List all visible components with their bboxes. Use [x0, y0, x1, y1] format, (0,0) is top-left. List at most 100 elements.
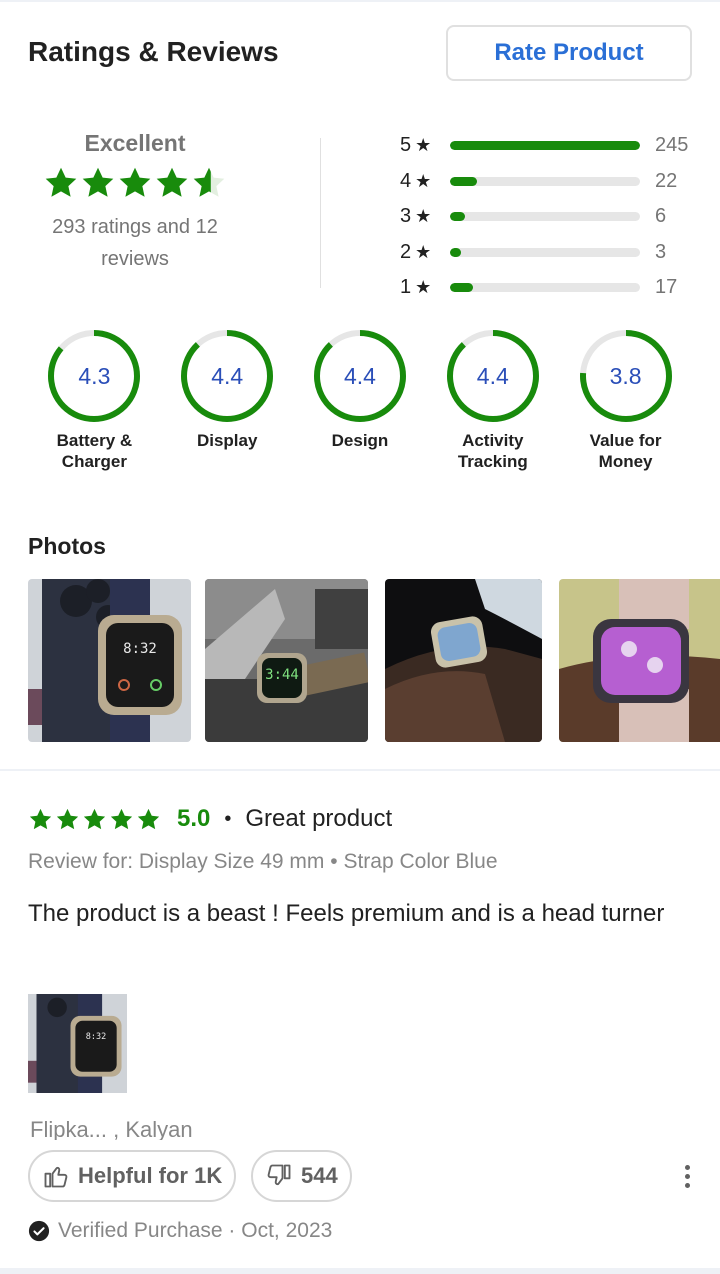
dislike-count: 544	[301, 1163, 338, 1188]
aspect-name: Value for Money	[589, 431, 662, 471]
rating-bar-count: 22	[655, 169, 678, 192]
rating-bar-fill	[450, 247, 462, 257]
star-icon	[45, 167, 77, 197]
aspect-rating[interactable]: 4.4 Design	[294, 328, 427, 472]
rating-summary: Excellent 293 ratings and 12 reviews	[20, 130, 250, 275]
vertical-divider	[320, 138, 321, 288]
aspect-name: Activity Tracking	[457, 431, 528, 471]
dislike-button[interactable]: 544	[251, 1150, 352, 1202]
aspect-value: 4.4	[343, 362, 376, 389]
rating-bar-label: 2 ★	[400, 241, 438, 264]
rating-bar-label: 3 ★	[400, 205, 438, 228]
photos-title: Photos	[28, 533, 106, 559]
aspect-ring: 4.3	[46, 328, 142, 424]
helpful-label: Helpful for 1K	[78, 1163, 223, 1188]
aspect-value: 4.4	[211, 362, 244, 389]
review-header: 5.0 • Great product	[28, 802, 392, 836]
svg-text:8:32: 8:32	[123, 641, 157, 657]
rating-bar-label: 5 ★	[400, 134, 438, 157]
star-icon	[29, 808, 52, 829]
aspect-name: Design	[331, 431, 389, 450]
review-stars	[28, 807, 161, 832]
rating-bar-row: 4 ★ 22	[400, 164, 700, 200]
star-icon: ★	[415, 241, 432, 262]
rating-bar-row: 5 ★ 245	[400, 128, 700, 164]
star-icon	[137, 808, 160, 829]
star-icon: ★	[415, 170, 432, 191]
star-level: 4	[400, 169, 412, 192]
star-level: 5	[400, 134, 412, 157]
photo-thumbnail-2[interactable]: 3:44	[205, 579, 368, 742]
separator-dot: •	[224, 807, 232, 830]
star-icon: ★	[415, 277, 432, 298]
rating-bar-fill	[450, 176, 477, 186]
review-title: Great product	[245, 805, 393, 832]
ratings-count: 293 ratings and 12 reviews	[52, 216, 218, 270]
aspect-ring: 4.4	[179, 328, 275, 424]
star-icon: ★	[415, 206, 432, 227]
rating-bar-fill	[450, 141, 640, 151]
aspect-ratings: 4.3 Battery & Charger 4.4 Display 4.4 Design 4…	[28, 328, 708, 472]
rate-product-button[interactable]: Rate Product	[446, 25, 692, 81]
verified-purchase: Verified Purchase · Oct, 2023	[28, 1219, 332, 1243]
star-level: 2	[400, 240, 412, 263]
rating-bar-track	[450, 283, 640, 293]
svg-text:3:44: 3:44	[265, 667, 299, 683]
top-divider	[0, 0, 720, 2]
aspect-ring: 3.8	[578, 328, 674, 424]
aspect-value: 4.4	[476, 362, 509, 389]
thumbs-down-icon	[267, 1164, 291, 1186]
rating-bar-row: 3 ★ 6	[400, 199, 700, 235]
aspect-value: 4.3	[78, 362, 111, 389]
rating-bar-label: 4 ★	[400, 170, 438, 193]
review-variant: Review for: Display Size 49 mm • Strap C…	[28, 850, 498, 873]
photo-thumbnail-3[interactable]	[385, 579, 542, 742]
more-vertical-icon[interactable]	[676, 1160, 698, 1192]
rating-bar-count: 6	[655, 205, 667, 228]
rating-bar-track	[450, 141, 640, 151]
rating-bar-track	[450, 212, 640, 222]
star-level: 3	[400, 205, 412, 228]
aspect-value: 3.8	[609, 362, 642, 389]
review-score: 5.0	[177, 805, 211, 832]
rating-distribution: 5 ★ 245 4 ★ 22 3 ★ 6 2 ★ 3 1 ★ 17	[400, 128, 700, 306]
rating-bar-count: 3	[655, 240, 667, 263]
section-title: Ratings & Reviews	[28, 36, 279, 67]
photo-thumbnail-4[interactable]	[559, 579, 720, 742]
aspect-rating[interactable]: 4.3 Battery & Charger	[28, 328, 161, 472]
helpful-button[interactable]: Helpful for 1K	[28, 1150, 237, 1202]
summary-stars	[20, 165, 250, 205]
star-icon	[83, 808, 106, 829]
star-icon	[110, 808, 133, 829]
aspect-name: Battery & Charger	[56, 431, 133, 471]
aspect-rating[interactable]: 4.4 Display	[161, 328, 294, 472]
photo-thumbnail-1[interactable]: 8:32	[28, 579, 191, 742]
star-icon: ★	[415, 135, 432, 156]
review-photo[interactable]: 8:32	[28, 994, 127, 1093]
aspect-ring: 4.4	[445, 328, 541, 424]
star-icon	[193, 167, 225, 197]
aspect-name: Display	[196, 431, 258, 450]
star-icon	[82, 167, 114, 197]
thumbs-up-icon	[44, 1166, 68, 1188]
rating-bar-label: 1 ★	[400, 276, 438, 299]
verified-text: Verified Purchase · Oct, 2023	[58, 1219, 333, 1242]
aspect-rating[interactable]: 3.8 Value for Money	[559, 328, 692, 472]
star-icon	[156, 167, 188, 197]
rating-bar-count: 245	[655, 134, 689, 157]
star-icon	[119, 167, 151, 197]
section-divider	[0, 769, 720, 771]
review-text: The product is a beast ! Feels premium a…	[28, 900, 665, 927]
rating-bar-row: 1 ★ 17	[400, 270, 700, 306]
rating-bar-fill	[450, 212, 466, 222]
svg-text:8:32: 8:32	[86, 1032, 106, 1042]
rating-bar-row: 2 ★ 3	[400, 235, 700, 271]
aspect-rating[interactable]: 4.4 Activity Tracking	[426, 328, 559, 472]
check-circle-icon	[28, 1220, 50, 1242]
rating-bar-count: 17	[655, 276, 678, 299]
star-level: 1	[400, 276, 412, 299]
rating-label: Excellent	[84, 130, 186, 156]
rating-bar-track	[450, 247, 640, 257]
aspect-ring: 4.4	[312, 328, 408, 424]
bottom-divider	[0, 1268, 720, 1274]
